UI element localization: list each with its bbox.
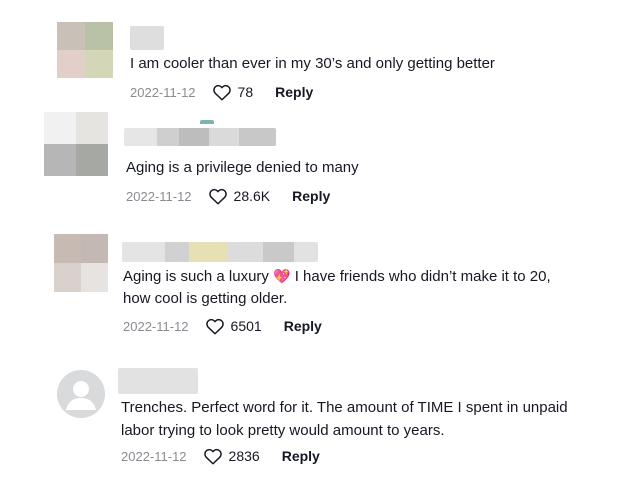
comment-meta: 2022-11-12 2836 Reply xyxy=(121,446,320,466)
like-button[interactable]: 28.6K xyxy=(208,187,271,205)
comment-text-part: Aging is such a luxury xyxy=(123,268,269,285)
username-blurred[interactable] xyxy=(130,26,164,50)
comment-text: Aging is such a luxury 💖 I have friends … xyxy=(123,265,551,288)
username-blurred[interactable] xyxy=(122,242,318,262)
like-count: 28.6K xyxy=(233,188,271,204)
like-button[interactable]: 2836 xyxy=(203,447,260,465)
default-user-icon xyxy=(57,370,105,418)
like-count: 6501 xyxy=(230,318,262,334)
like-count: 2836 xyxy=(228,448,260,464)
comment-item: Trenches. Perfect word for it. The amoun… xyxy=(0,366,625,486)
reply-button[interactable]: Reply xyxy=(284,318,322,334)
avatar[interactable] xyxy=(54,234,108,292)
sparkling-heart-icon: 💖 xyxy=(273,268,291,284)
comment-text-line2: labor trying to look pretty would amount… xyxy=(121,422,445,439)
reply-button[interactable]: Reply xyxy=(275,84,313,100)
comment-meta: 2022-11-12 28.6K Reply xyxy=(126,186,330,206)
like-button[interactable]: 78 xyxy=(212,83,254,101)
like-button[interactable]: 6501 xyxy=(205,317,262,335)
reply-button[interactable]: Reply xyxy=(292,188,330,204)
avatar[interactable] xyxy=(57,370,105,418)
avatar[interactable] xyxy=(44,112,108,176)
comment-text-part: I have friends who didn’t make it to 20, xyxy=(294,268,551,285)
comment-text-line2: how cool is getting older. xyxy=(123,290,288,307)
username-accent xyxy=(200,120,214,124)
avatar[interactable] xyxy=(57,22,113,78)
username-blurred[interactable] xyxy=(124,128,276,146)
comment-date: 2022-11-12 xyxy=(126,188,192,204)
comment-text: I am cooler than ever in my 30’s and onl… xyxy=(130,55,495,72)
comment-text: Trenches. Perfect word for it. The amoun… xyxy=(121,399,568,416)
comment-date: 2022-11-12 xyxy=(130,84,196,100)
comment-meta: 2022-11-12 6501 Reply xyxy=(123,316,322,336)
comment-date: 2022-11-12 xyxy=(121,448,187,464)
heart-outline-icon xyxy=(212,84,231,101)
reply-button[interactable]: Reply xyxy=(282,448,320,464)
comment-text: Aging is a privilege denied to many xyxy=(126,159,359,176)
comment-date: 2022-11-12 xyxy=(123,318,189,334)
comment-item: Aging is a privilege denied to many 2022… xyxy=(0,112,625,232)
heart-outline-icon xyxy=(205,318,224,335)
comment-meta: 2022-11-12 78 Reply xyxy=(130,82,313,102)
heart-outline-icon xyxy=(208,188,227,205)
like-count: 78 xyxy=(237,84,254,100)
comment-item: Aging is such a luxury 💖 I have friends … xyxy=(0,232,625,352)
username-blurred[interactable] xyxy=(118,368,198,394)
heart-outline-icon xyxy=(203,448,222,465)
